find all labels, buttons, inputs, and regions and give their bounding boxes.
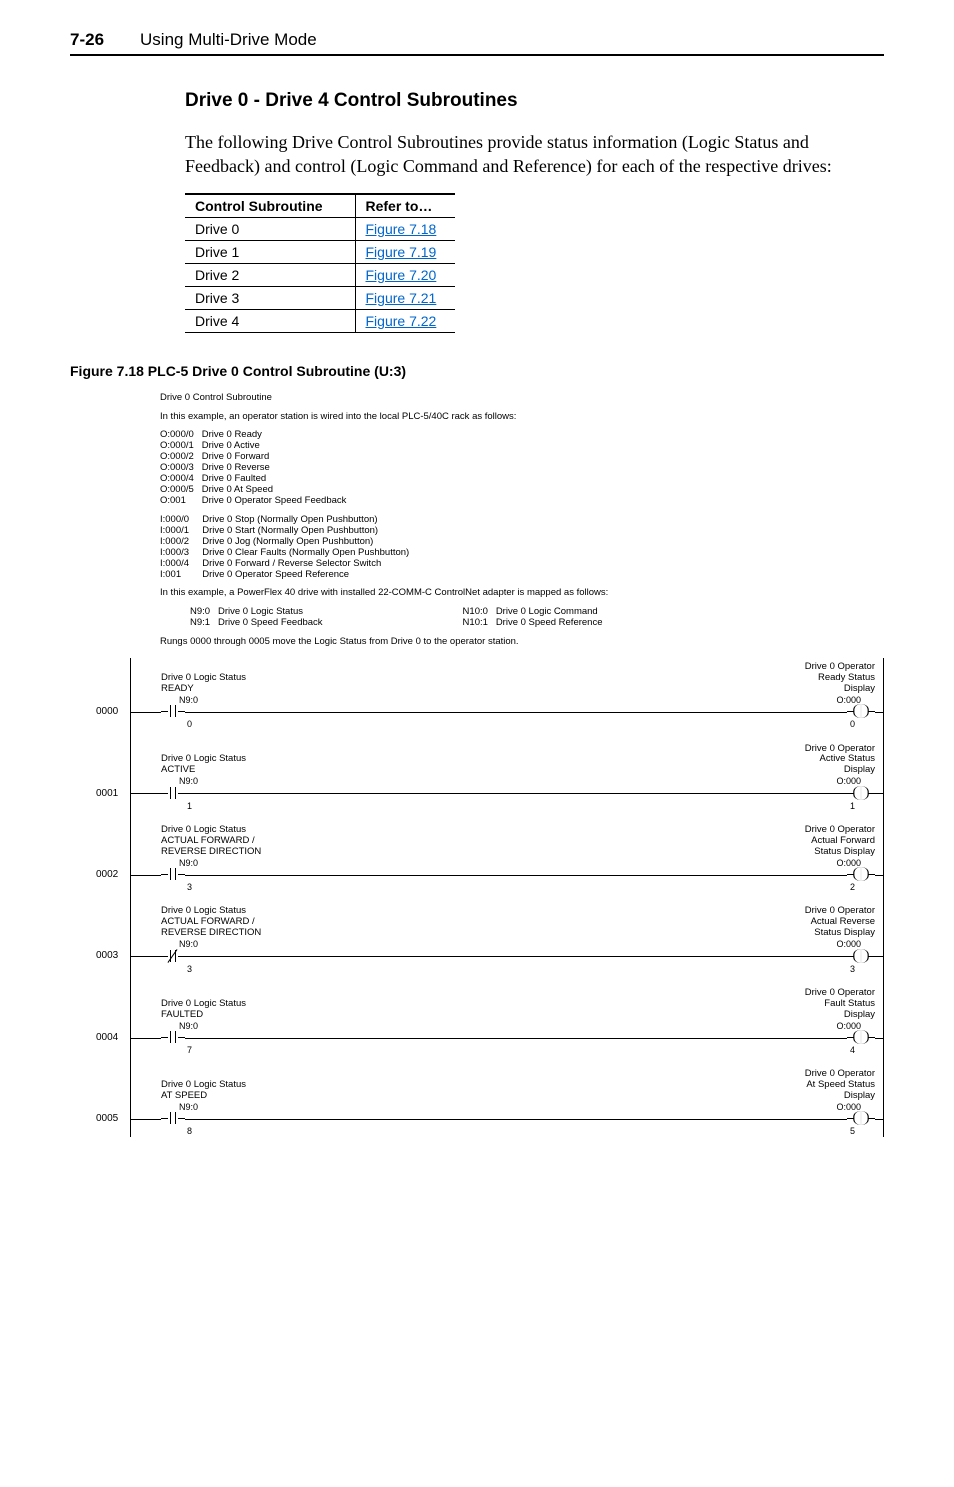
ladder-note: In this example, a PowerFlex 40 drive wi…	[160, 588, 884, 599]
rung-output-bit: 5	[755, 1126, 855, 1136]
ladder-rung: 0000Drive 0 Logic Status READYN9:0Drive …	[131, 662, 883, 729]
rung-output-addr: O:000	[755, 776, 861, 786]
rung-output-label: Drive 0 Operator Actual Reverse Status D…	[755, 906, 875, 939]
rung-output-addr: O:000	[755, 939, 861, 949]
rung-input-label: Drive 0 Logic Status ACTIVE	[161, 754, 321, 776]
ladder-map-right: N10:0 Drive 0 Logic Command N10:1 Drive …	[463, 607, 603, 629]
rung-output-bit: 2	[755, 882, 855, 892]
ote-coil-icon	[847, 951, 875, 963]
rung-input-addr: N9:0	[179, 776, 321, 786]
rung-output-label: Drive 0 Operator Active Status Display	[755, 744, 875, 777]
page-header: 7-26 Using Multi-Drive Mode	[70, 30, 884, 56]
rung-input-bit: 3	[187, 964, 321, 974]
ote-coil-icon	[847, 869, 875, 881]
figure-caption: Figure 7.18 PLC-5 Drive 0 Control Subrou…	[70, 363, 884, 379]
rung-number: 0001	[96, 788, 118, 800]
xio-contact-icon	[161, 951, 185, 963]
rung-output-label: Drive 0 Operator Fault Status Display	[755, 988, 875, 1021]
rung-output-label: Drive 0 Operator Ready Status Display	[755, 662, 875, 695]
ladder-rung: 0001Drive 0 Logic Status ACTIVEN9:0Drive…	[131, 744, 883, 811]
rung-output-label: Drive 0 Operator Actual Forward Status D…	[755, 825, 875, 858]
rung-output-addr: O:000	[755, 1021, 861, 1031]
rung-input-bit: 3	[187, 882, 321, 892]
table-header: Refer to…	[355, 194, 455, 218]
table-cell: Drive 4	[185, 309, 355, 332]
ladder-intro: In this example, an operator station is …	[160, 412, 884, 423]
reference-table: Control Subroutine Refer to… Drive 0 Fig…	[185, 193, 455, 333]
ote-coil-icon	[847, 706, 875, 718]
page-number: 7-26	[70, 30, 104, 50]
rung-input-bit: 1	[187, 801, 321, 811]
rung-output-addr: O:000	[755, 695, 861, 705]
ladder-rung: 0003Drive 0 Logic Status ACTUAL FORWARD …	[131, 906, 883, 973]
rung-input-addr: N9:0	[179, 939, 321, 949]
section-heading: Drive 0 - Drive 4 Control Subroutines	[185, 90, 884, 112]
rung-number: 0004	[96, 1032, 118, 1044]
ladder-map-left: N9:0 Drive 0 Logic Status N9:1 Drive 0 S…	[190, 607, 323, 629]
figure-link[interactable]: Figure 7.18	[366, 221, 437, 237]
xic-contact-icon	[161, 706, 185, 718]
rung-intro: Rungs 0000 through 0005 move the Logic S…	[160, 637, 884, 648]
figure-link[interactable]: Figure 7.22	[366, 313, 437, 329]
ladder-outputs: O:000/0 Drive 0 Ready O:000/1 Drive 0 Ac…	[160, 430, 884, 506]
ote-coil-icon	[847, 1113, 875, 1125]
table-row: Drive 4 Figure 7.22	[185, 309, 455, 332]
rung-input-addr: N9:0	[179, 858, 321, 868]
table-cell: Drive 2	[185, 263, 355, 286]
rung-number: 0002	[96, 869, 118, 881]
ladder-inputs: I:000/0 Drive 0 Stop (Normally Open Push…	[160, 515, 884, 581]
xic-contact-icon	[161, 788, 185, 800]
ladder-rung: 0005Drive 0 Logic Status AT SPEEDN9:0Dri…	[131, 1069, 883, 1136]
rung-output-bit: 1	[755, 801, 855, 811]
rung-output-bit: 0	[755, 719, 855, 729]
xic-contact-icon	[161, 1032, 185, 1044]
rung-number: 0005	[96, 1113, 118, 1125]
xic-contact-icon	[161, 869, 185, 881]
rung-output-addr: O:000	[755, 858, 861, 868]
page-title: Using Multi-Drive Mode	[140, 30, 317, 50]
rung-input-bit: 8	[187, 1126, 321, 1136]
rung-input-label: Drive 0 Logic Status READY	[161, 673, 321, 695]
rung-input-bit: 0	[187, 719, 321, 729]
rung-input-label: Drive 0 Logic Status ACTUAL FORWARD / RE…	[161, 825, 321, 858]
rung-input-addr: N9:0	[179, 1102, 321, 1112]
rung-output-addr: O:000	[755, 1102, 861, 1112]
table-row: Drive 1 Figure 7.19	[185, 240, 455, 263]
rung-number: 0000	[96, 706, 118, 718]
rung-input-bit: 7	[187, 1045, 321, 1055]
table-cell: Drive 3	[185, 286, 355, 309]
figure-link[interactable]: Figure 7.21	[366, 290, 437, 306]
ladder-diagram: Drive 0 Control Subroutine In this examp…	[130, 393, 884, 1137]
table-cell: Drive 0	[185, 217, 355, 240]
table-row: Drive 0 Figure 7.18	[185, 217, 455, 240]
rung-input-label: Drive 0 Logic Status AT SPEED	[161, 1080, 321, 1102]
rung-number: 0003	[96, 950, 118, 962]
rung-input-addr: N9:0	[179, 1021, 321, 1031]
section-paragraph: The following Drive Control Subroutines …	[185, 130, 884, 179]
ladder-rung: 0002Drive 0 Logic Status ACTUAL FORWARD …	[131, 825, 883, 892]
ote-coil-icon	[847, 1032, 875, 1044]
table-header: Control Subroutine	[185, 194, 355, 218]
ladder-title: Drive 0 Control Subroutine	[160, 393, 884, 404]
table-row: Drive 3 Figure 7.21	[185, 286, 455, 309]
rung-output-label: Drive 0 Operator At Speed Status Display	[755, 1069, 875, 1102]
ote-coil-icon	[847, 788, 875, 800]
xic-contact-icon	[161, 1113, 185, 1125]
rung-input-label: Drive 0 Logic Status FAULTED	[161, 999, 321, 1021]
table-cell: Drive 1	[185, 240, 355, 263]
ladder-rung: 0004Drive 0 Logic Status FAULTEDN9:0Driv…	[131, 988, 883, 1055]
rung-input-addr: N9:0	[179, 695, 321, 705]
figure-link[interactable]: Figure 7.20	[366, 267, 437, 283]
rung-input-label: Drive 0 Logic Status ACTUAL FORWARD / RE…	[161, 906, 321, 939]
rung-output-bit: 3	[755, 964, 855, 974]
table-row: Drive 2 Figure 7.20	[185, 263, 455, 286]
rung-output-bit: 4	[755, 1045, 855, 1055]
figure-link[interactable]: Figure 7.19	[366, 244, 437, 260]
